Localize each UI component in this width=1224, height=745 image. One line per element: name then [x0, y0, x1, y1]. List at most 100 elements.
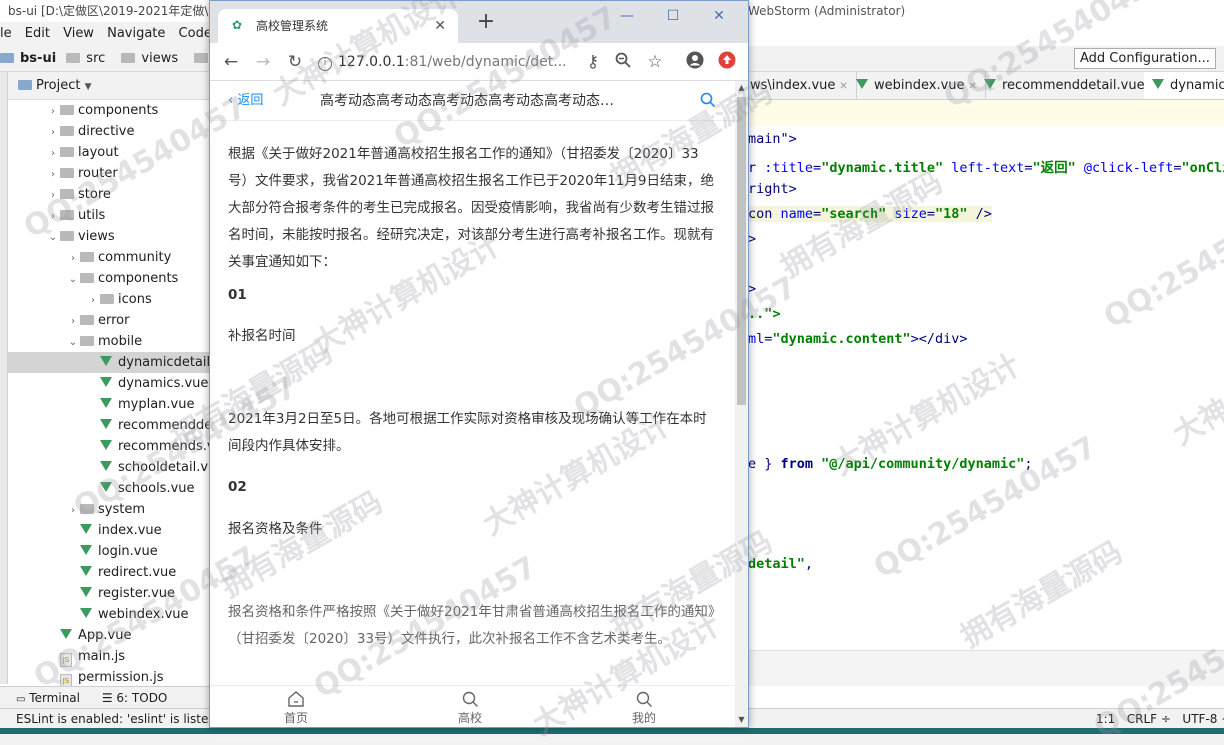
tree-item[interactable]: ⌄ mobile [8, 331, 210, 352]
menu-edit[interactable]: Edit [25, 26, 50, 41]
mobile-page: ‹ 返回 高考动态高考动态高考动态高考动态高考动态高考动态 根据《关于做好202… [210, 81, 735, 685]
maximize-button[interactable]: ☐ [650, 5, 696, 27]
bottom-tool-tabs: ▭ Terminal ☰ 6: TODO [0, 686, 210, 708]
chevron-right-icon[interactable]: › [46, 143, 60, 164]
chevron-down-icon[interactable]: ⌄ [66, 269, 80, 290]
search-icon [430, 690, 510, 708]
close-tab-icon[interactable]: ✕ [434, 9, 446, 43]
page-scrollbar[interactable]: ▲ ▼ [735, 81, 748, 727]
tree-item[interactable]: login.vue [8, 541, 210, 562]
tab-terminal[interactable]: Terminal [29, 691, 80, 705]
tree-item[interactable]: JS main.js [8, 646, 210, 667]
tree-item[interactable]: redirect.vue [8, 562, 210, 583]
scroll-up-arrow[interactable]: ▲ [735, 81, 748, 95]
tree-item[interactable]: › system [8, 499, 210, 520]
tree-item[interactable]: index.vue [8, 520, 210, 541]
forward-button[interactable]: → [252, 51, 274, 73]
tree-item[interactable]: dynamics.vue [8, 373, 210, 394]
back-button[interactable]: ← [220, 51, 242, 73]
tabbar-item[interactable]: 我的 [604, 686, 684, 728]
editor-tab-recommenddetail[interactable]: recommenddetail.vue✕ [976, 72, 1166, 99]
tree-item[interactable]: › error [8, 310, 210, 331]
tree-item-label: recommendde [118, 418, 210, 433]
tree-item[interactable]: › layout [8, 142, 210, 163]
extension-icon[interactable] [716, 51, 738, 73]
chevron-right-icon[interactable]: › [46, 101, 60, 122]
menu-code[interactable]: Code [179, 26, 210, 41]
reload-button[interactable]: ↻ [284, 51, 306, 73]
tree-item[interactable]: › directive [8, 121, 210, 142]
new-tab-button[interactable]: + [472, 9, 500, 37]
code-token: e } [748, 456, 781, 472]
menu-file[interactable]: le [0, 26, 12, 41]
tree-item[interactable]: › icons [8, 289, 210, 310]
file-encoding[interactable]: UTF-8 ÷ [1182, 712, 1224, 726]
chevron-right-icon[interactable]: › [86, 290, 100, 311]
editor-tab-webindex[interactable]: webindex.vue ✕ [848, 72, 986, 99]
tree-item[interactable]: ⌄ views [8, 226, 210, 247]
tree-item[interactable]: schooldetail.vu [8, 457, 210, 478]
menu-view[interactable]: View [63, 26, 94, 41]
line-separator[interactable]: CRLF ÷ [1127, 712, 1171, 726]
minimize-button[interactable]: — [604, 5, 650, 27]
chevron-right-icon[interactable]: › [46, 185, 60, 206]
vue-file-icon [80, 545, 92, 555]
eslint-status[interactable]: ESLint is enabled: 'eslint' is listed [16, 709, 216, 729]
zoom-icon[interactable] [612, 51, 634, 73]
tree-item[interactable]: recommendde [8, 415, 210, 436]
add-configuration-button[interactable]: Add Configuration... [1074, 48, 1216, 69]
profile-avatar-icon[interactable] [684, 51, 706, 73]
key-icon[interactable]: ⚷ [582, 51, 604, 73]
tree-item[interactable]: › router [8, 163, 210, 184]
tabbar-item[interactable]: 高校 [430, 686, 510, 728]
close-window-button[interactable]: ✕ [696, 5, 742, 27]
nav-back-button[interactable]: ‹ 返回 [228, 81, 263, 121]
chevron-right-icon[interactable]: › [66, 311, 80, 332]
article-paragraph: 报名资格和条件严格按照《关于做好2021年甘肃省普通高校招生报名工作的通知》（甘… [228, 604, 715, 647]
tree-item[interactable]: register.vue [8, 583, 210, 604]
tree-item[interactable]: ⌄ components [8, 268, 210, 289]
chevron-right-icon[interactable]: › [46, 206, 60, 227]
tree-item[interactable]: › community [8, 247, 210, 268]
tree-item[interactable]: JS permission.js [8, 667, 210, 686]
tab-todo[interactable]: 6: TODO [116, 691, 167, 705]
chevron-down-icon[interactable]: ▼ [85, 82, 92, 92]
chevron-right-icon[interactable]: › [66, 248, 80, 269]
tree-item[interactable]: › utils [8, 205, 210, 226]
chevron-down-icon[interactable]: ⌄ [46, 227, 60, 248]
tool-window-strip[interactable] [0, 72, 8, 684]
url-host: 127.0.0.1 [338, 54, 405, 70]
tree-item[interactable]: myplan.vue [8, 394, 210, 415]
chevron-right-icon[interactable]: › [66, 500, 80, 521]
tree-item[interactable]: › components [8, 100, 210, 121]
tree-item[interactable]: App.vue [8, 625, 210, 646]
code-editor[interactable]: main"> r :title="dynamic.title" left-text… [748, 126, 1224, 650]
chevron-right-icon[interactable]: › [46, 122, 60, 143]
vue-file-icon [80, 566, 92, 576]
caret-position[interactable]: 1:1 [1096, 712, 1115, 726]
bookmark-star-icon[interactable]: ☆ [644, 51, 666, 73]
editor-tab-index[interactable]: ws\index.vue ✕ [748, 72, 857, 99]
editor-horizontal-scrollbar[interactable] [748, 650, 1224, 686]
menu-navigate[interactable]: Navigate [107, 26, 165, 41]
tabbar-item[interactable]: 首页 [256, 686, 336, 728]
chevron-down-icon[interactable]: ⌄ [66, 332, 80, 353]
editor-tab-dynamicdetail[interactable]: dynamicd [1144, 72, 1224, 99]
scroll-thumb[interactable] [737, 97, 746, 405]
close-icon[interactable]: ✕ [839, 81, 847, 92]
breadcrumb-project[interactable]: bs-ui [0, 51, 56, 66]
chevron-right-icon[interactable]: › [46, 164, 60, 185]
address-bar[interactable]: i 127.0.0.1:81/web/dynamic/det... [318, 48, 578, 76]
project-panel-header[interactable]: Project ▼ [8, 72, 210, 100]
scroll-down-arrow[interactable]: ▼ [735, 713, 748, 727]
tree-item[interactable]: webindex.vue [8, 604, 210, 625]
info-icon[interactable]: i [318, 57, 332, 71]
tree-item[interactable]: recommends.v [8, 436, 210, 457]
tree-item[interactable]: schools.vue [8, 478, 210, 499]
breadcrumb-views[interactable]: views [121, 51, 184, 66]
breadcrumb-src[interactable]: src [66, 51, 111, 66]
tree-item[interactable]: › store [8, 184, 210, 205]
browser-tab[interactable]: ✿ 高校管理系统 ✕ [218, 9, 458, 43]
tree-item[interactable]: dynamicdetail. [8, 352, 210, 373]
search-icon[interactable] [700, 92, 718, 110]
